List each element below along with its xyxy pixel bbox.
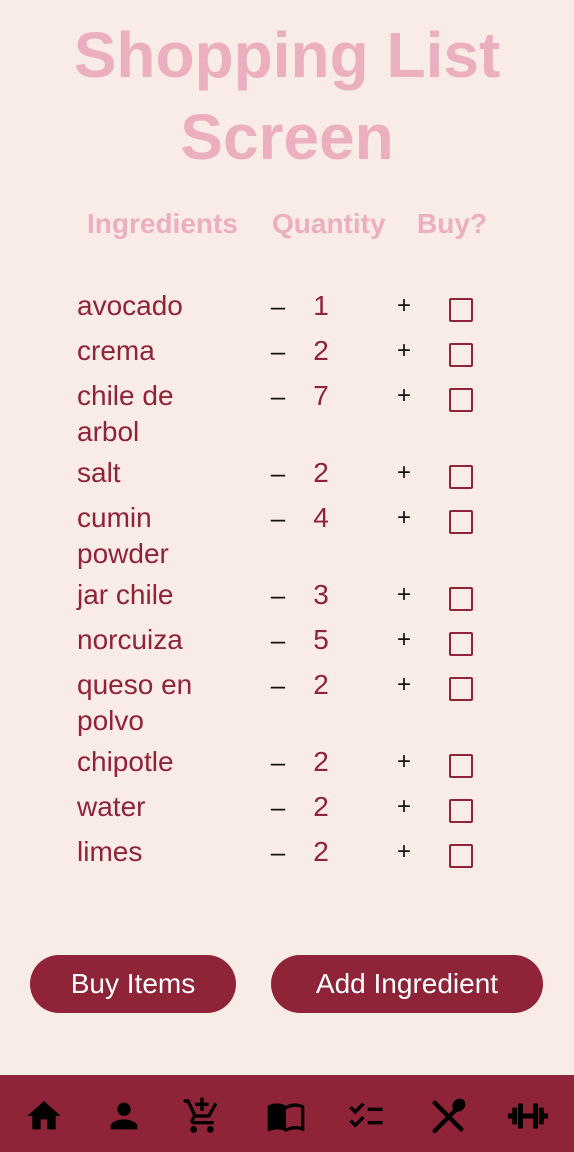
quantity-value: 5: [313, 624, 329, 655]
ingredient-name: crema: [77, 335, 155, 366]
list-item: norcuiza – 5 +: [0, 622, 574, 667]
buy-checkbox[interactable]: [449, 587, 473, 611]
list-item: jar chile – 3 +: [0, 577, 574, 622]
ingredient-name: water: [77, 791, 146, 822]
list-item: chile de arbol – 7 +: [0, 378, 574, 455]
ingredient-name: queso en polvo: [77, 669, 193, 736]
buy-header: Buy?: [417, 208, 487, 239]
ingredient-name: chipotle: [77, 746, 174, 777]
decrease-quantity-button[interactable]: –: [266, 667, 290, 703]
ingredient-name: norcuiza: [77, 624, 183, 655]
increase-quantity-button[interactable]: +: [392, 378, 416, 414]
ingredient-name: chile de arbol: [77, 380, 174, 447]
page-title-line-2: Screen: [180, 101, 394, 173]
increase-quantity-button[interactable]: +: [392, 455, 416, 491]
column-headers: Ingredients Quantity Buy?: [0, 206, 574, 242]
quantity-value: 2: [313, 669, 329, 700]
quantity-value: 2: [313, 791, 329, 822]
ingredient-name: salt: [77, 457, 121, 488]
buy-checkbox[interactable]: [449, 343, 473, 367]
home-icon[interactable]: [24, 1096, 64, 1136]
ingredient-name: jar chile: [77, 579, 174, 610]
increase-quantity-button[interactable]: +: [392, 744, 416, 780]
increase-quantity-button[interactable]: +: [392, 667, 416, 703]
increase-quantity-button[interactable]: +: [392, 789, 416, 825]
decrease-quantity-button[interactable]: –: [266, 333, 290, 369]
quantity-value: 1: [313, 290, 329, 321]
buy-checkbox[interactable]: [449, 754, 473, 778]
shopping-list: avocado – 1 + crema – 2 + chile de arbol…: [0, 288, 574, 879]
dumbbell-icon[interactable]: [502, 1096, 554, 1136]
decrease-quantity-button[interactable]: –: [266, 622, 290, 658]
quantity-value: 3: [313, 579, 329, 610]
quantity-value: 2: [313, 836, 329, 867]
ingredient-name: limes: [77, 836, 143, 867]
decrease-quantity-button[interactable]: –: [266, 834, 290, 870]
ingredients-header: Ingredients: [87, 208, 238, 239]
increase-quantity-button[interactable]: +: [392, 288, 416, 324]
add-cart-icon[interactable]: [182, 1096, 222, 1136]
ingredient-name: avocado: [77, 290, 183, 321]
decrease-quantity-button[interactable]: –: [266, 500, 290, 536]
buy-checkbox[interactable]: [449, 677, 473, 701]
utensils-icon[interactable]: [428, 1096, 468, 1136]
list-item: avocado – 1 +: [0, 288, 574, 333]
buy-checkbox[interactable]: [449, 799, 473, 823]
decrease-quantity-button[interactable]: –: [266, 288, 290, 324]
increase-quantity-button[interactable]: +: [392, 333, 416, 369]
decrease-quantity-button[interactable]: –: [266, 455, 290, 491]
page-title: Shopping List Screen: [0, 14, 574, 178]
increase-quantity-button[interactable]: +: [392, 500, 416, 536]
decrease-quantity-button[interactable]: –: [266, 577, 290, 613]
person-icon[interactable]: [104, 1096, 144, 1136]
buy-checkbox[interactable]: [449, 632, 473, 656]
quantity-value: 2: [313, 746, 329, 777]
decrease-quantity-button[interactable]: –: [266, 789, 290, 825]
buy-checkbox[interactable]: [449, 844, 473, 868]
bottom-nav: [0, 1075, 574, 1152]
increase-quantity-button[interactable]: +: [392, 834, 416, 870]
quantity-value: 2: [313, 457, 329, 488]
page-title-line-1: Shopping List: [73, 19, 501, 91]
quantity-header: Quantity: [272, 208, 386, 239]
add-ingredient-button[interactable]: Add Ingredient: [271, 955, 543, 1013]
decrease-quantity-button[interactable]: –: [266, 378, 290, 414]
quantity-value: 7: [313, 380, 329, 411]
decrease-quantity-button[interactable]: –: [266, 744, 290, 780]
buy-checkbox[interactable]: [449, 465, 473, 489]
list-item: queso en polvo – 2 +: [0, 667, 574, 744]
increase-quantity-button[interactable]: +: [392, 622, 416, 658]
quantity-value: 4: [313, 502, 329, 533]
buy-checkbox[interactable]: [449, 388, 473, 412]
buy-checkbox[interactable]: [449, 510, 473, 534]
ingredient-name: cumin powder: [77, 502, 169, 569]
list-item: water – 2 +: [0, 789, 574, 834]
buy-checkbox[interactable]: [449, 298, 473, 322]
list-item: cumin powder – 4 +: [0, 500, 574, 577]
buy-items-button[interactable]: Buy Items: [30, 955, 236, 1013]
list-item: chipotle – 2 +: [0, 744, 574, 789]
book-icon[interactable]: [264, 1096, 308, 1136]
increase-quantity-button[interactable]: +: [392, 577, 416, 613]
list-item: limes – 2 +: [0, 834, 574, 879]
list-item: crema – 2 +: [0, 333, 574, 378]
list-item: salt – 2 +: [0, 455, 574, 500]
checklist-icon[interactable]: [346, 1096, 386, 1136]
quantity-value: 2: [313, 335, 329, 366]
